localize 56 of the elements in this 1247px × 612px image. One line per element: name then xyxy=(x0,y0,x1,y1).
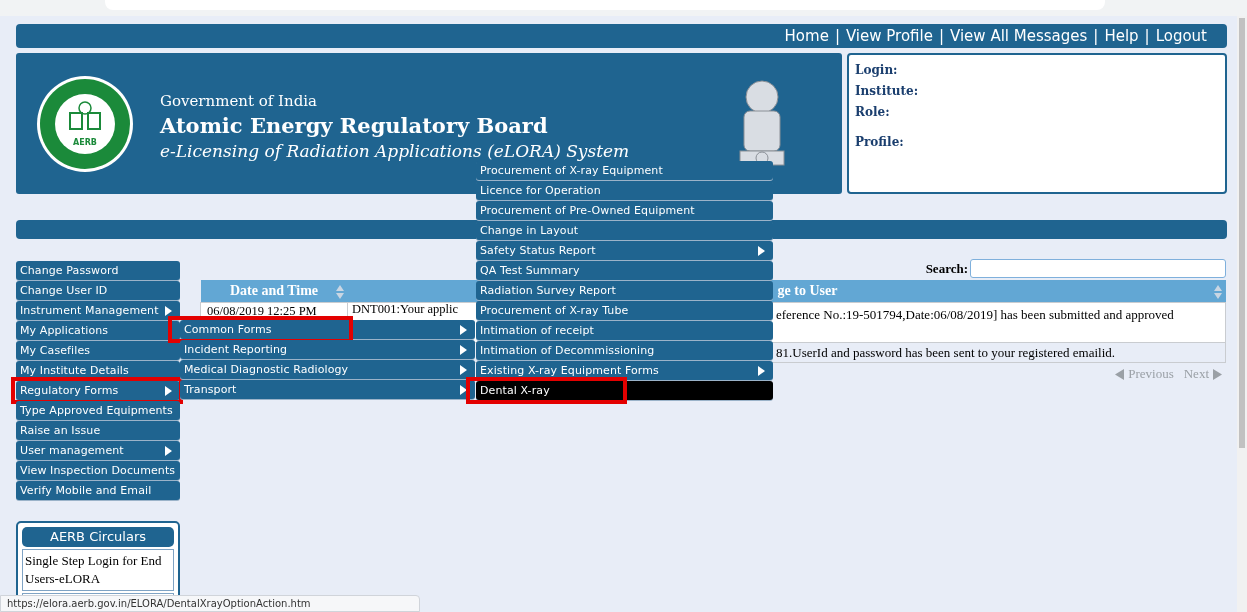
circulars-title: AERB Circulars xyxy=(22,527,174,547)
org-name: Atomic Energy Regulatory Board xyxy=(160,113,549,138)
menu-item[interactable]: Safety Status Report xyxy=(476,241,773,260)
menu-item[interactable]: Dental X-ray xyxy=(476,381,773,400)
table-cell-text: DNT001:Your applic xyxy=(352,303,460,318)
search-label: Search: xyxy=(925,260,968,277)
nav-link[interactable]: Help xyxy=(1104,27,1139,45)
circular-link[interactable]: Single Step Login for End Users-eLORA xyxy=(22,549,174,591)
menu-item[interactable]: Medical Diagnostic Radiology xyxy=(180,360,475,379)
menu-item[interactable]: Radiation Survey Report xyxy=(476,281,773,300)
logo-text: AERB xyxy=(73,137,97,147)
menu-item[interactable]: Verify Mobile and Email xyxy=(16,481,180,500)
menu-item[interactable]: My Casefiles xyxy=(16,341,180,360)
menu-item[interactable]: QA Test Summary xyxy=(476,261,773,280)
menu-item[interactable]: Intimation of Decommissioning xyxy=(476,341,773,360)
menu-item[interactable]: User management xyxy=(16,441,180,460)
menu-item[interactable]: Procurement of X-ray Tube xyxy=(476,301,773,320)
nav-link[interactable]: View All Messages xyxy=(950,27,1088,45)
nav-separator: | xyxy=(1093,27,1099,45)
user-field-label: Role: xyxy=(855,105,891,119)
nav-separator: | xyxy=(1144,27,1150,45)
menu-item[interactable]: View Inspection Documents xyxy=(16,461,180,480)
nav-link[interactable]: View Profile xyxy=(845,27,933,45)
nav-link[interactable]: Home xyxy=(784,27,829,45)
menu-item[interactable]: Common Forms xyxy=(180,320,475,339)
menu-item[interactable]: Procurement of X-ray Equipment xyxy=(476,161,773,180)
table-cell-text: eference No.:19-501794,Date:06/08/2019] has been submitted and approved xyxy=(776,306,1175,324)
status-url: https://elora.aerb.gov.in/ELORA/DentalXrayOptionAction.htm xyxy=(7,598,311,609)
menu-item[interactable]: Change Password xyxy=(16,261,180,280)
menu-item[interactable]: Licence for Operation xyxy=(476,181,773,200)
table-cell-text: 81.UserId and password has been sent to your registered emailid. xyxy=(776,344,1116,362)
menu-item[interactable]: Regulatory Forms xyxy=(16,381,180,400)
user-field-label: Login: xyxy=(855,63,899,77)
menu-item[interactable]: Incident Reporting xyxy=(180,340,475,359)
menu-item[interactable]: Change in Layout xyxy=(476,221,773,240)
menu-item[interactable]: Intimation of receipt xyxy=(476,321,773,340)
menu-item[interactable]: Transport xyxy=(180,380,475,399)
menu-item[interactable]: Instrument Management xyxy=(16,301,180,320)
nav-link[interactable]: Logout xyxy=(1155,27,1207,45)
menu-item[interactable]: Type Approved Equipments xyxy=(16,401,180,420)
menu-item[interactable]: My Applications xyxy=(16,321,180,340)
user-field-label: Institute: xyxy=(855,84,920,98)
org-parent: Government of India xyxy=(160,92,319,110)
sort-icon[interactable] xyxy=(335,285,344,299)
menu-item[interactable]: Procurement of Pre-Owned Equipment xyxy=(476,201,773,220)
user-field-label: Profile: xyxy=(855,135,905,149)
nav-separator: | xyxy=(938,27,944,45)
table-cell: 06/08/2019 12:25 PM xyxy=(207,305,317,317)
scrollbar[interactable] xyxy=(1237,16,1247,612)
system-title: e-Licensing of Radiation Applications (eLORA) System xyxy=(160,141,630,161)
search-field[interactable] xyxy=(970,259,1226,278)
next-arrow-icon[interactable] xyxy=(1213,368,1222,380)
nav-separator: | xyxy=(834,27,840,45)
menu-item[interactable]: Raise an Issue xyxy=(16,421,180,440)
sort-icon[interactable] xyxy=(1213,285,1222,299)
menu-item[interactable]: Change User ID xyxy=(16,281,180,300)
